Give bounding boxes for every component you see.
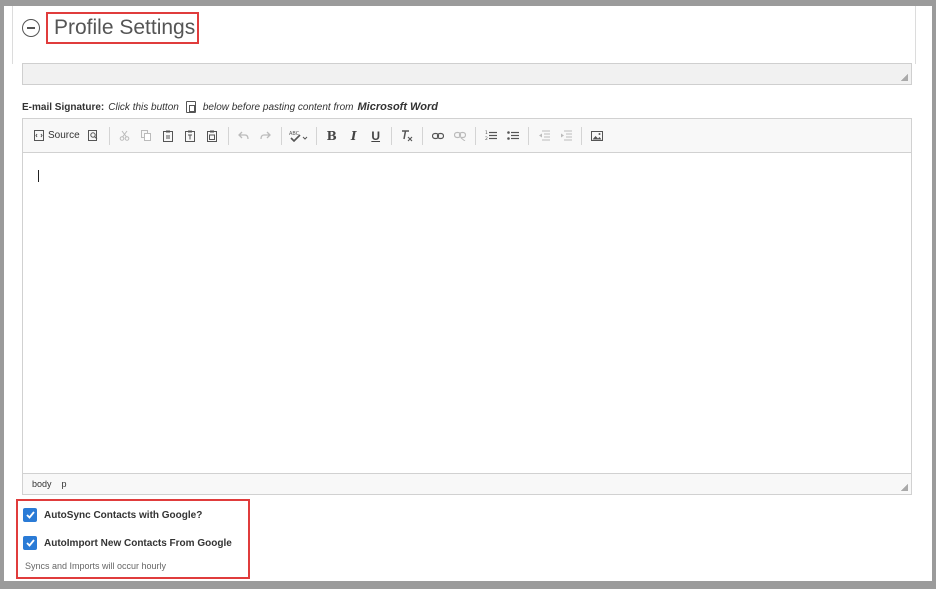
autosync-label: AutoSync Contacts with Google? (44, 509, 203, 521)
toolbar-separator (527, 126, 529, 145)
text-caret (38, 170, 39, 182)
editor-content[interactable] (23, 153, 911, 473)
signature-label: E-mail Signature: (22, 101, 105, 113)
paste-from-word-button[interactable] (202, 125, 224, 147)
sync-schedule-note: Syncs and Imports will occur hourly (25, 561, 167, 571)
preview-button[interactable] (83, 125, 105, 147)
paste-word-icon (207, 130, 218, 142)
cut-button[interactable] (114, 125, 136, 147)
undo-icon (238, 131, 249, 140)
paste-icon (163, 130, 174, 142)
paste-text-button[interactable] (180, 125, 202, 147)
toolbar-separator (315, 126, 317, 145)
toolbar-separator (280, 126, 282, 145)
resize-handle-icon[interactable] (901, 74, 908, 81)
toolbar-separator (474, 126, 476, 145)
autosync-checkbox[interactable] (23, 508, 37, 522)
spellcheck-icon: ABC (289, 131, 308, 142)
toolbar-separator (390, 126, 392, 145)
unlink-icon (453, 131, 466, 141)
signature-hint-before: Click this button (108, 101, 179, 113)
source-button[interactable]: Source (31, 125, 83, 147)
path-p[interactable]: p (62, 479, 67, 489)
autoimport-label: AutoImport New Contacts From Google (44, 537, 232, 549)
italic-button[interactable]: I (343, 125, 365, 147)
collapse-section-icon[interactable] (22, 19, 40, 37)
paste-text-icon (185, 130, 196, 142)
paste-button[interactable] (158, 125, 180, 147)
preview-icon (88, 130, 98, 141)
unlink-button[interactable] (449, 125, 471, 147)
toolbar-separator (108, 126, 110, 145)
bulleted-list-icon (506, 131, 519, 140)
autoimport-checkbox[interactable] (23, 536, 37, 550)
paste-from-word-icon (185, 101, 196, 113)
remove-format-icon (401, 129, 413, 141)
indent-icon (560, 130, 572, 141)
image-button[interactable] (586, 125, 608, 147)
toolbar-separator (421, 126, 423, 145)
toolbar-separator (227, 126, 229, 145)
checkmark-icon (25, 511, 35, 519)
numbered-list-icon: 12 (485, 130, 497, 141)
editor-toolbar: Source ABC B I U 1 2 (23, 119, 911, 153)
resizable-textarea[interactable] (22, 63, 912, 85)
remove-format-button[interactable] (396, 125, 418, 147)
outdent-button[interactable] (533, 125, 555, 147)
autosync-option[interactable]: AutoSync Contacts with Google? (23, 508, 202, 522)
bold-button[interactable]: B (321, 125, 343, 147)
editor-resize-handle-icon[interactable] (901, 484, 908, 491)
numbered-list-button[interactable]: 12 (480, 125, 502, 147)
outdent-icon (538, 130, 550, 141)
source-icon (34, 130, 44, 141)
underline-button[interactable]: U (365, 125, 387, 147)
bulleted-list-button[interactable] (502, 125, 524, 147)
signature-editor: Source ABC B I U 1 2 body p (22, 118, 912, 495)
source-label: Source (48, 130, 80, 141)
page-title: Profile Settings (54, 16, 196, 39)
image-icon (590, 130, 603, 141)
signature-hint-after: below before pasting content from (202, 101, 354, 113)
checkmark-icon (25, 539, 35, 547)
signature-label-row: E-mail Signature: Click this button belo… (22, 101, 438, 113)
undo-button[interactable] (233, 125, 255, 147)
signature-hint-app: Microsoft Word (357, 101, 438, 113)
svg-text:2: 2 (485, 136, 488, 141)
cut-icon (119, 130, 130, 141)
path-body[interactable]: body (32, 479, 52, 489)
link-button[interactable] (427, 125, 449, 147)
profile-panel: Profile Settings E-mail Signature: Click… (4, 6, 932, 581)
copy-button[interactable] (136, 125, 158, 147)
indent-button[interactable] (555, 125, 577, 147)
svg-text:1: 1 (485, 130, 488, 136)
spellcheck-button[interactable]: ABC (286, 125, 312, 147)
copy-icon (141, 130, 152, 141)
toolbar-separator (580, 126, 582, 145)
element-path-bar: body p (23, 473, 911, 494)
redo-icon (260, 131, 272, 140)
autoimport-option[interactable]: AutoImport New Contacts From Google (23, 536, 232, 550)
redo-button[interactable] (255, 125, 277, 147)
link-icon (431, 132, 444, 139)
